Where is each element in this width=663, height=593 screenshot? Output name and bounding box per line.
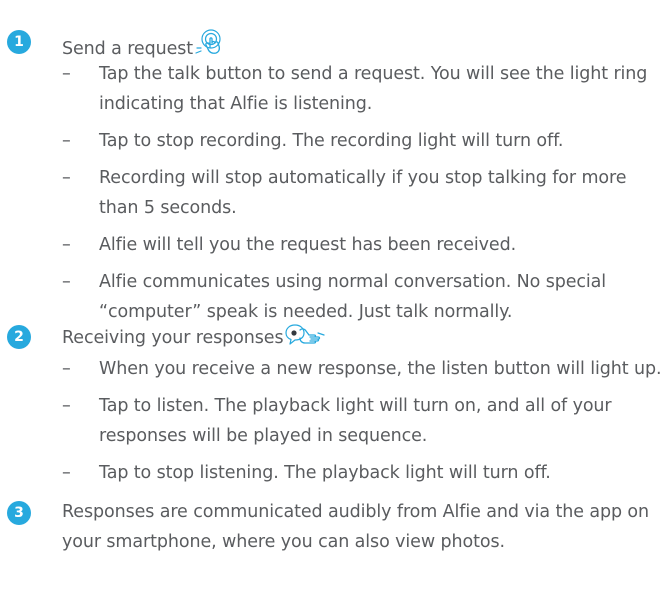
list-item-text: Tap the talk button to send a request. Y…: [99, 64, 648, 114]
list-item: – Recording will stop automatically if yo…: [62, 163, 662, 223]
dash-glyph: –: [62, 359, 71, 379]
list-item-text: Alfie will tell you the request has been…: [99, 235, 517, 255]
list-item: – Tap the talk button to send a request. …: [62, 59, 662, 119]
step-number-badge: 3: [7, 501, 31, 525]
dash-glyph: –: [62, 235, 71, 255]
list-item-text: Alfie communicates using normal conversa…: [99, 272, 607, 322]
list-item-text: Tap to stop listening. The playback ligh…: [99, 463, 551, 483]
step-bullet-list: – When you receive a new response, the li…: [62, 354, 662, 495]
dash-glyph: –: [62, 168, 71, 188]
list-item-text: When you receive a new response, the lis…: [99, 359, 662, 379]
step-heading: Receiving your responses: [62, 323, 325, 356]
list-item: – Alfie communicates using normal convers…: [62, 267, 662, 327]
list-item: – Alfie will tell you the request has bee…: [62, 230, 662, 260]
step-number-badge: 2: [7, 325, 31, 349]
dash-glyph: –: [62, 64, 71, 84]
list-item: – Tap to stop recording. The recording li…: [62, 126, 662, 156]
list-item-text: Recording will stop automatically if you…: [99, 168, 627, 218]
list-item: – Tap to listen. The playback light will …: [62, 391, 662, 451]
dash-glyph: –: [62, 131, 71, 151]
step-bullet-list: – Tap the talk button to send a request. …: [62, 59, 662, 334]
dash-glyph: –: [62, 463, 71, 483]
list-item: – When you receive a new response, the li…: [62, 354, 662, 384]
step-heading-text: Receiving your responses: [62, 328, 284, 348]
step-heading-text: Send a request: [62, 39, 194, 59]
list-item-text: Tap to stop recording. The recording lig…: [99, 131, 564, 151]
step-paragraph: Responses are communicated audibly from …: [62, 502, 650, 552]
step-number-badge: 1: [7, 30, 31, 54]
speech-bubble-hand-icon: [284, 323, 325, 356]
dash-glyph: –: [62, 396, 71, 416]
dash-glyph: –: [62, 272, 71, 292]
list-item-text: Tap to listen. The playback light will t…: [99, 396, 612, 446]
instructions-page: 1 Send a request – Tap the talk button to…: [0, 0, 663, 593]
list-item: – Tap to stop listening. The playback lig…: [62, 458, 662, 488]
